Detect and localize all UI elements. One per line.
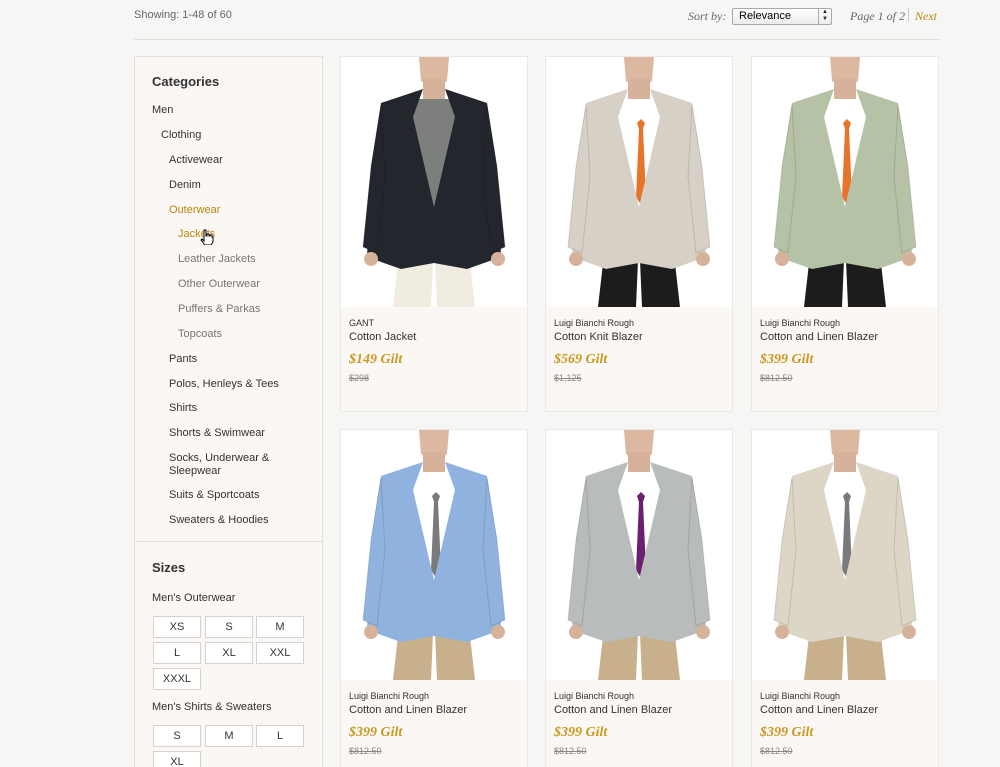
product-original-price: $812.50 (760, 373, 793, 383)
product-image[interactable] (341, 430, 527, 680)
sort-select-value: Relevance (739, 10, 791, 22)
model-photo-icon (341, 57, 527, 307)
product-brand[interactable]: Luigi Bianchi Rough (554, 691, 634, 701)
results-toolbar: Showing: 1-48 of 60 Sort by: Relevance ▲… (134, 0, 940, 40)
product-name[interactable]: Cotton Jacket (349, 331, 416, 343)
product-brand[interactable]: GANT (349, 318, 374, 328)
select-arrows-icon: ▲ ▼ (818, 9, 831, 24)
page-info: Page 1 of 2 (850, 9, 905, 23)
category-shorts-swimwear[interactable]: Shorts & Swimwear (169, 427, 265, 440)
product-brand[interactable]: Luigi Bianchi Rough (554, 318, 634, 328)
product-image[interactable] (546, 430, 732, 680)
next-page-link[interactable]: Next (915, 9, 937, 24)
category-activewear[interactable]: Activewear (169, 154, 223, 167)
category-outerwear[interactable]: Outerwear (169, 204, 220, 217)
size-group-label: Men's Shirts & Sweaters (152, 701, 272, 713)
sidebar-divider (135, 541, 322, 542)
model-photo-icon (752, 430, 938, 680)
size-button[interactable]: S (205, 616, 253, 638)
product-image[interactable] (752, 57, 938, 307)
product-original-price: $298 (349, 373, 370, 383)
product-brand[interactable]: Luigi Bianchi Rough (760, 318, 840, 328)
product-image[interactable] (546, 57, 732, 307)
product-card[interactable]: Luigi Bianchi Rough Cotton and Linen Bla… (545, 429, 733, 767)
sizes-heading: Sizes (152, 560, 186, 575)
product-original-price: $812.50 (349, 746, 382, 756)
category-socks-underwear-line2[interactable]: Sleepwear (169, 465, 221, 478)
product-name[interactable]: Cotton and Linen Blazer (349, 704, 467, 716)
product-card[interactable]: GANT Cotton Jacket $149 Gilt $298 (340, 56, 528, 412)
size-button[interactable]: XL (205, 642, 253, 664)
category-men[interactable]: Men (152, 104, 173, 117)
product-name[interactable]: Cotton and Linen Blazer (760, 331, 878, 343)
hand-cursor-icon (200, 229, 214, 245)
filter-sidebar: Categories Men Clothing Activewear Denim… (134, 56, 323, 767)
categories-heading: Categories (152, 74, 220, 89)
category-topcoats[interactable]: Topcoats (178, 328, 222, 341)
product-card[interactable]: Luigi Bianchi Rough Cotton Knit Blazer $… (545, 56, 733, 412)
size-button[interactable]: L (256, 725, 304, 747)
product-original-price: $812.50 (760, 746, 793, 756)
category-socks-underwear[interactable]: Socks, Underwear & (169, 452, 269, 465)
model-photo-icon (752, 57, 938, 307)
size-button[interactable]: XXXL (153, 668, 201, 690)
size-button[interactable]: XS (153, 616, 201, 638)
size-button[interactable]: S (153, 725, 201, 747)
size-button[interactable]: XXL (256, 642, 304, 664)
results-count: Showing: 1-48 of 60 (134, 9, 232, 21)
category-polos-henleys-tees[interactable]: Polos, Henleys & Tees (169, 378, 279, 391)
product-sale-price: $399 Gilt (349, 725, 403, 740)
category-other-outerwear[interactable]: Other Outerwear (178, 278, 260, 291)
product-card[interactable]: Luigi Bianchi Rough Cotton and Linen Bla… (751, 56, 939, 412)
product-original-price: $1,125 (554, 373, 582, 383)
product-name[interactable]: Cotton and Linen Blazer (554, 704, 672, 716)
product-brand[interactable]: Luigi Bianchi Rough (349, 691, 429, 701)
category-suits-sportcoats[interactable]: Suits & Sportcoats (169, 489, 260, 502)
sort-by-label: Sort by: (688, 9, 727, 23)
product-sale-price: $399 Gilt (760, 725, 814, 740)
size-button[interactable]: XL (153, 751, 201, 767)
size-button[interactable]: M (205, 725, 253, 747)
model-photo-icon (546, 57, 732, 307)
product-card[interactable]: Luigi Bianchi Rough Cotton and Linen Bla… (340, 429, 528, 767)
category-sweaters-hoodies[interactable]: Sweaters & Hoodies (169, 514, 269, 527)
product-image[interactable] (752, 430, 938, 680)
pagination-divider (908, 8, 909, 22)
category-leather-jackets[interactable]: Leather Jackets (178, 253, 256, 266)
category-puffers-parkas[interactable]: Puffers & Parkas (178, 303, 260, 316)
category-pants[interactable]: Pants (169, 353, 197, 366)
product-sale-price: $399 Gilt (554, 725, 608, 740)
category-clothing[interactable]: Clothing (161, 129, 201, 142)
product-original-price: $812.50 (554, 746, 587, 756)
size-button[interactable]: L (153, 642, 201, 664)
model-photo-icon (546, 430, 732, 680)
product-name[interactable]: Cotton and Linen Blazer (760, 704, 878, 716)
category-shirts[interactable]: Shirts (169, 402, 197, 415)
product-sale-price: $399 Gilt (760, 352, 814, 367)
product-name[interactable]: Cotton Knit Blazer (554, 331, 643, 343)
product-sale-price: $149 Gilt (349, 352, 403, 367)
category-denim[interactable]: Denim (169, 179, 201, 192)
product-brand[interactable]: Luigi Bianchi Rough (760, 691, 840, 701)
sort-select[interactable]: Relevance ▲ ▼ (732, 8, 832, 25)
product-sale-price: $569 Gilt (554, 352, 608, 367)
size-button[interactable]: M (256, 616, 304, 638)
product-card[interactable]: Luigi Bianchi Rough Cotton and Linen Bla… (751, 429, 939, 767)
product-image[interactable] (341, 57, 527, 307)
size-group-label: Men's Outerwear (152, 592, 236, 604)
model-photo-icon (341, 430, 527, 680)
